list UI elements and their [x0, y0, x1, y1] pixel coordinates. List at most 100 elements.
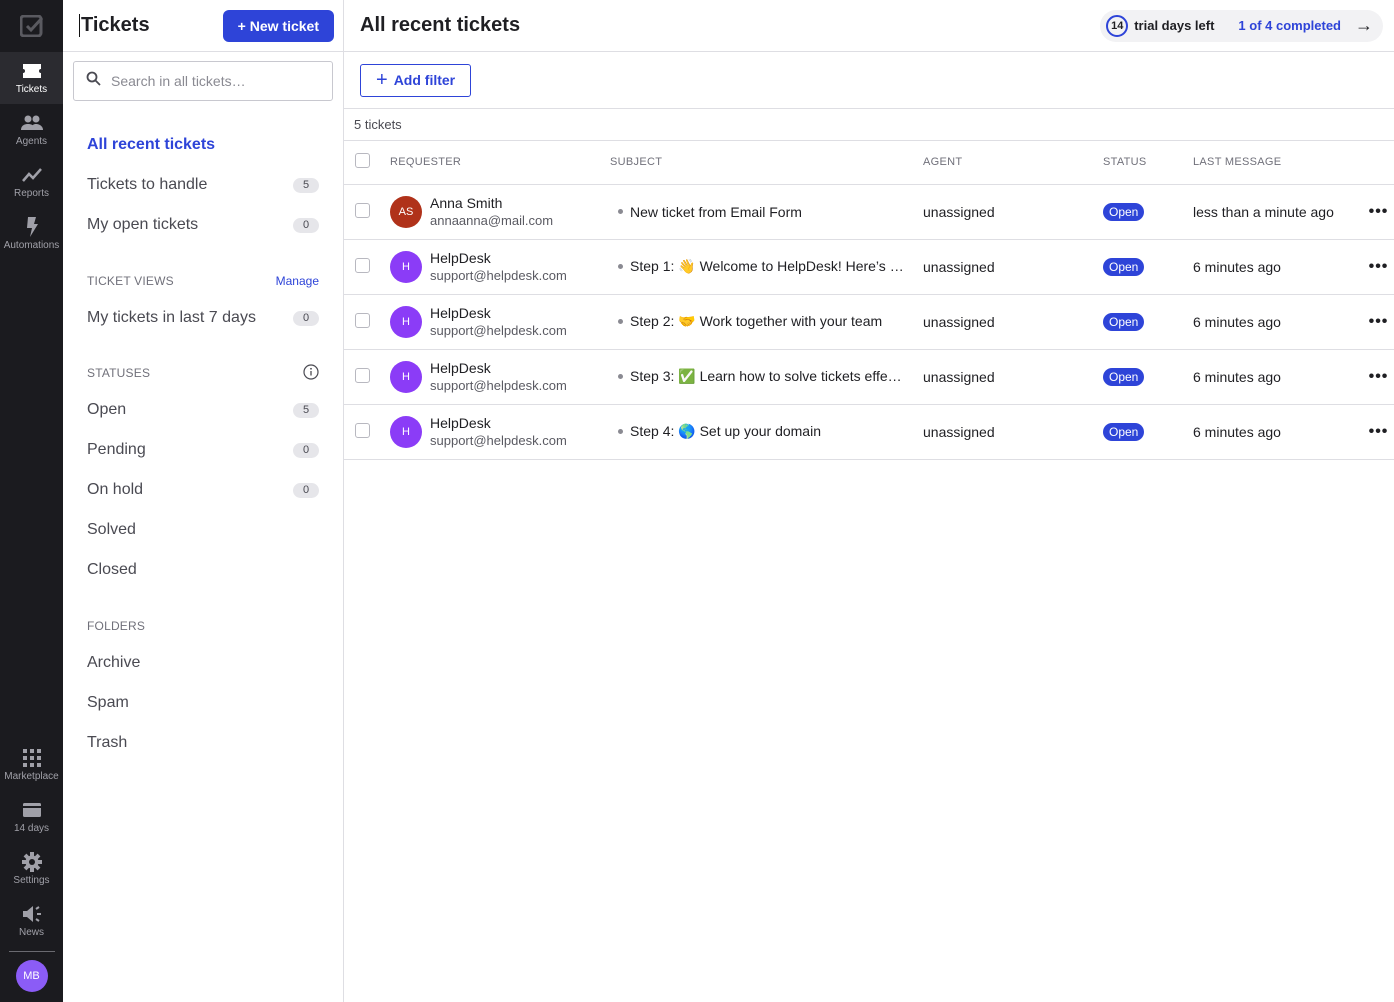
new-ticket-button[interactable]: + New ticket: [222, 9, 334, 42]
column-header-subject[interactable]: SUBJECT: [610, 141, 923, 185]
ticket-subject-link[interactable]: Step 1: 👋 Welcome to HelpDesk! Here’s ho…: [610, 258, 923, 275]
nav-status-pending[interactable]: Pending 0: [87, 430, 319, 470]
grid-icon: [22, 748, 41, 768]
rail-label: Automations: [3, 239, 60, 251]
row-checkbox[interactable]: [355, 422, 370, 438]
nav-folder-trash[interactable]: Trash: [87, 723, 319, 763]
section-heading: TICKET VIEWS Manage: [87, 271, 319, 291]
add-filter-button[interactable]: + Add filter: [360, 63, 472, 97]
row-checkbox[interactable]: [355, 367, 370, 383]
count-badge: 5: [293, 177, 319, 193]
more-actions-icon[interactable]: •••: [1363, 294, 1394, 350]
more-actions-icon[interactable]: •••: [1363, 239, 1394, 295]
nav-folder-archive[interactable]: Archive: [87, 643, 319, 683]
manage-views-link[interactable]: Manage: [276, 274, 319, 288]
nav-label: On hold: [87, 481, 144, 498]
section-heading: FOLDERS: [87, 616, 319, 636]
column-header-status[interactable]: STATUS: [1103, 141, 1193, 185]
requester-email: support@helpdesk.com: [430, 322, 567, 338]
unread-dot-icon: [618, 264, 623, 269]
megaphone-icon: [22, 904, 42, 924]
nav-my-open-tickets[interactable]: My open tickets 0: [87, 205, 319, 245]
reports-icon: [21, 165, 42, 185]
last-message-time: 6 minutes ago: [1193, 294, 1363, 350]
ticket-subject-link[interactable]: Step 4: 🌎 Set up your domain: [610, 423, 923, 440]
status-badge: Open: [1103, 367, 1145, 386]
ticket-subject: Step 2: 🤝 Work together with your team: [630, 313, 883, 329]
section-title: FOLDERS: [87, 619, 146, 633]
trial-days-text: trial days left: [1134, 18, 1215, 33]
count-badge: 0: [293, 217, 319, 233]
table-row[interactable]: H HelpDesk support@helpdesk.com Step 1: 👋 …: [344, 239, 1394, 295]
row-checkbox[interactable]: [355, 202, 370, 218]
rail-item-automations[interactable]: Automations: [0, 208, 63, 260]
requester-name: HelpDesk: [430, 414, 491, 431]
more-actions-icon[interactable]: •••: [1363, 404, 1394, 460]
row-checkbox[interactable]: [355, 312, 370, 328]
user-avatar[interactable]: MB: [15, 960, 48, 992]
nav-status-on-hold[interactable]: On hold 0: [87, 470, 319, 510]
rail-item-agents[interactable]: Agents: [0, 104, 63, 156]
last-message-time: 6 minutes ago: [1193, 349, 1363, 405]
more-actions-icon[interactable]: •••: [1363, 349, 1394, 405]
rail-item-reports[interactable]: Reports: [0, 156, 63, 208]
row-checkbox[interactable]: [355, 257, 370, 273]
status-badge: Open: [1103, 202, 1145, 221]
search-box[interactable]: [73, 61, 333, 101]
rail-divider: [8, 951, 55, 952]
ticket-icon: [22, 61, 42, 81]
nav-label: Solved: [87, 521, 136, 538]
select-all-checkbox[interactable]: [355, 153, 370, 169]
ticket-subject: New ticket from Email Form: [630, 203, 802, 220]
arrow-right-icon[interactable]: →: [1355, 15, 1373, 36]
count-badge: 0: [293, 310, 319, 326]
ticket-subject-link[interactable]: New ticket from Email Form: [610, 204, 923, 220]
nav-status-solved[interactable]: Solved: [87, 510, 319, 550]
nav-my-tickets-last-7-days[interactable]: My tickets in last 7 days 0: [87, 298, 319, 338]
rail-item-settings[interactable]: Settings: [0, 843, 63, 895]
nav-label: Trash: [87, 734, 128, 751]
requester-name: HelpDesk: [430, 359, 491, 376]
nav-label: Open: [87, 401, 127, 418]
agents-icon: [20, 113, 43, 133]
unread-dot-icon: [618, 319, 623, 324]
column-header-last-message[interactable]: LAST MESSAGE: [1193, 141, 1363, 185]
trial-banner[interactable]: 14 trial days left 1 of 4 completed →: [1100, 9, 1383, 42]
column-header-agent[interactable]: AGENT: [923, 141, 1103, 185]
nav-status-open[interactable]: Open 5: [87, 390, 319, 430]
requester-email: support@helpdesk.com: [430, 377, 567, 393]
onboarding-progress-link[interactable]: 1 of 4 completed: [1238, 18, 1341, 33]
requester-avatar: H: [390, 305, 422, 338]
nav-folder-spam[interactable]: Spam: [87, 683, 319, 723]
table-row[interactable]: H HelpDesk support@helpdesk.com Step 2: 🤝 …: [344, 294, 1394, 350]
status-badge: Open: [1103, 312, 1145, 331]
nav-label: Pending: [87, 441, 146, 458]
rail-item-tickets[interactable]: Tickets: [0, 52, 63, 104]
ticket-subject: Step 3: ✅ Learn how to solve tickets eff…: [630, 368, 905, 384]
table-row[interactable]: AS Anna Smith annaanna@mail.com New ticket…: [344, 184, 1394, 240]
logo-icon[interactable]: [0, 0, 63, 52]
rail-item-marketplace[interactable]: Marketplace: [0, 739, 63, 791]
column-header-requester[interactable]: REQUESTER: [390, 141, 610, 185]
nav-status-closed[interactable]: Closed: [87, 550, 319, 590]
count-badge: 5: [293, 402, 319, 418]
nav-tickets-to-handle[interactable]: Tickets to handle 5: [87, 165, 319, 205]
table-row[interactable]: H HelpDesk support@helpdesk.com Step 3: ✅ …: [344, 349, 1394, 405]
nav-label: My open tickets: [87, 216, 199, 233]
more-actions-icon[interactable]: •••: [1363, 184, 1394, 240]
requester-avatar: H: [390, 415, 422, 448]
rail-label: Agents: [15, 135, 48, 147]
rail-item-news[interactable]: News: [0, 895, 63, 947]
search-icon: [86, 71, 101, 91]
ticket-subject-link[interactable]: Step 3: ✅ Learn how to solve tickets eff…: [610, 368, 923, 385]
rail-item-trial[interactable]: 14 days: [0, 791, 63, 843]
table-row[interactable]: H HelpDesk support@helpdesk.com Step 4: 🌎 …: [344, 404, 1394, 460]
ticket-agent: unassigned: [923, 294, 1103, 350]
nav-label: Tickets to handle: [87, 176, 208, 193]
nav-all-recent-tickets[interactable]: All recent tickets: [87, 125, 319, 165]
info-icon[interactable]: [303, 363, 319, 383]
ticket-subject-link[interactable]: Step 2: 🤝 Work together with your team: [610, 313, 923, 330]
requester-email: support@helpdesk.com: [430, 432, 567, 448]
search-input[interactable]: [111, 73, 311, 89]
last-message-time: 6 minutes ago: [1193, 404, 1363, 460]
